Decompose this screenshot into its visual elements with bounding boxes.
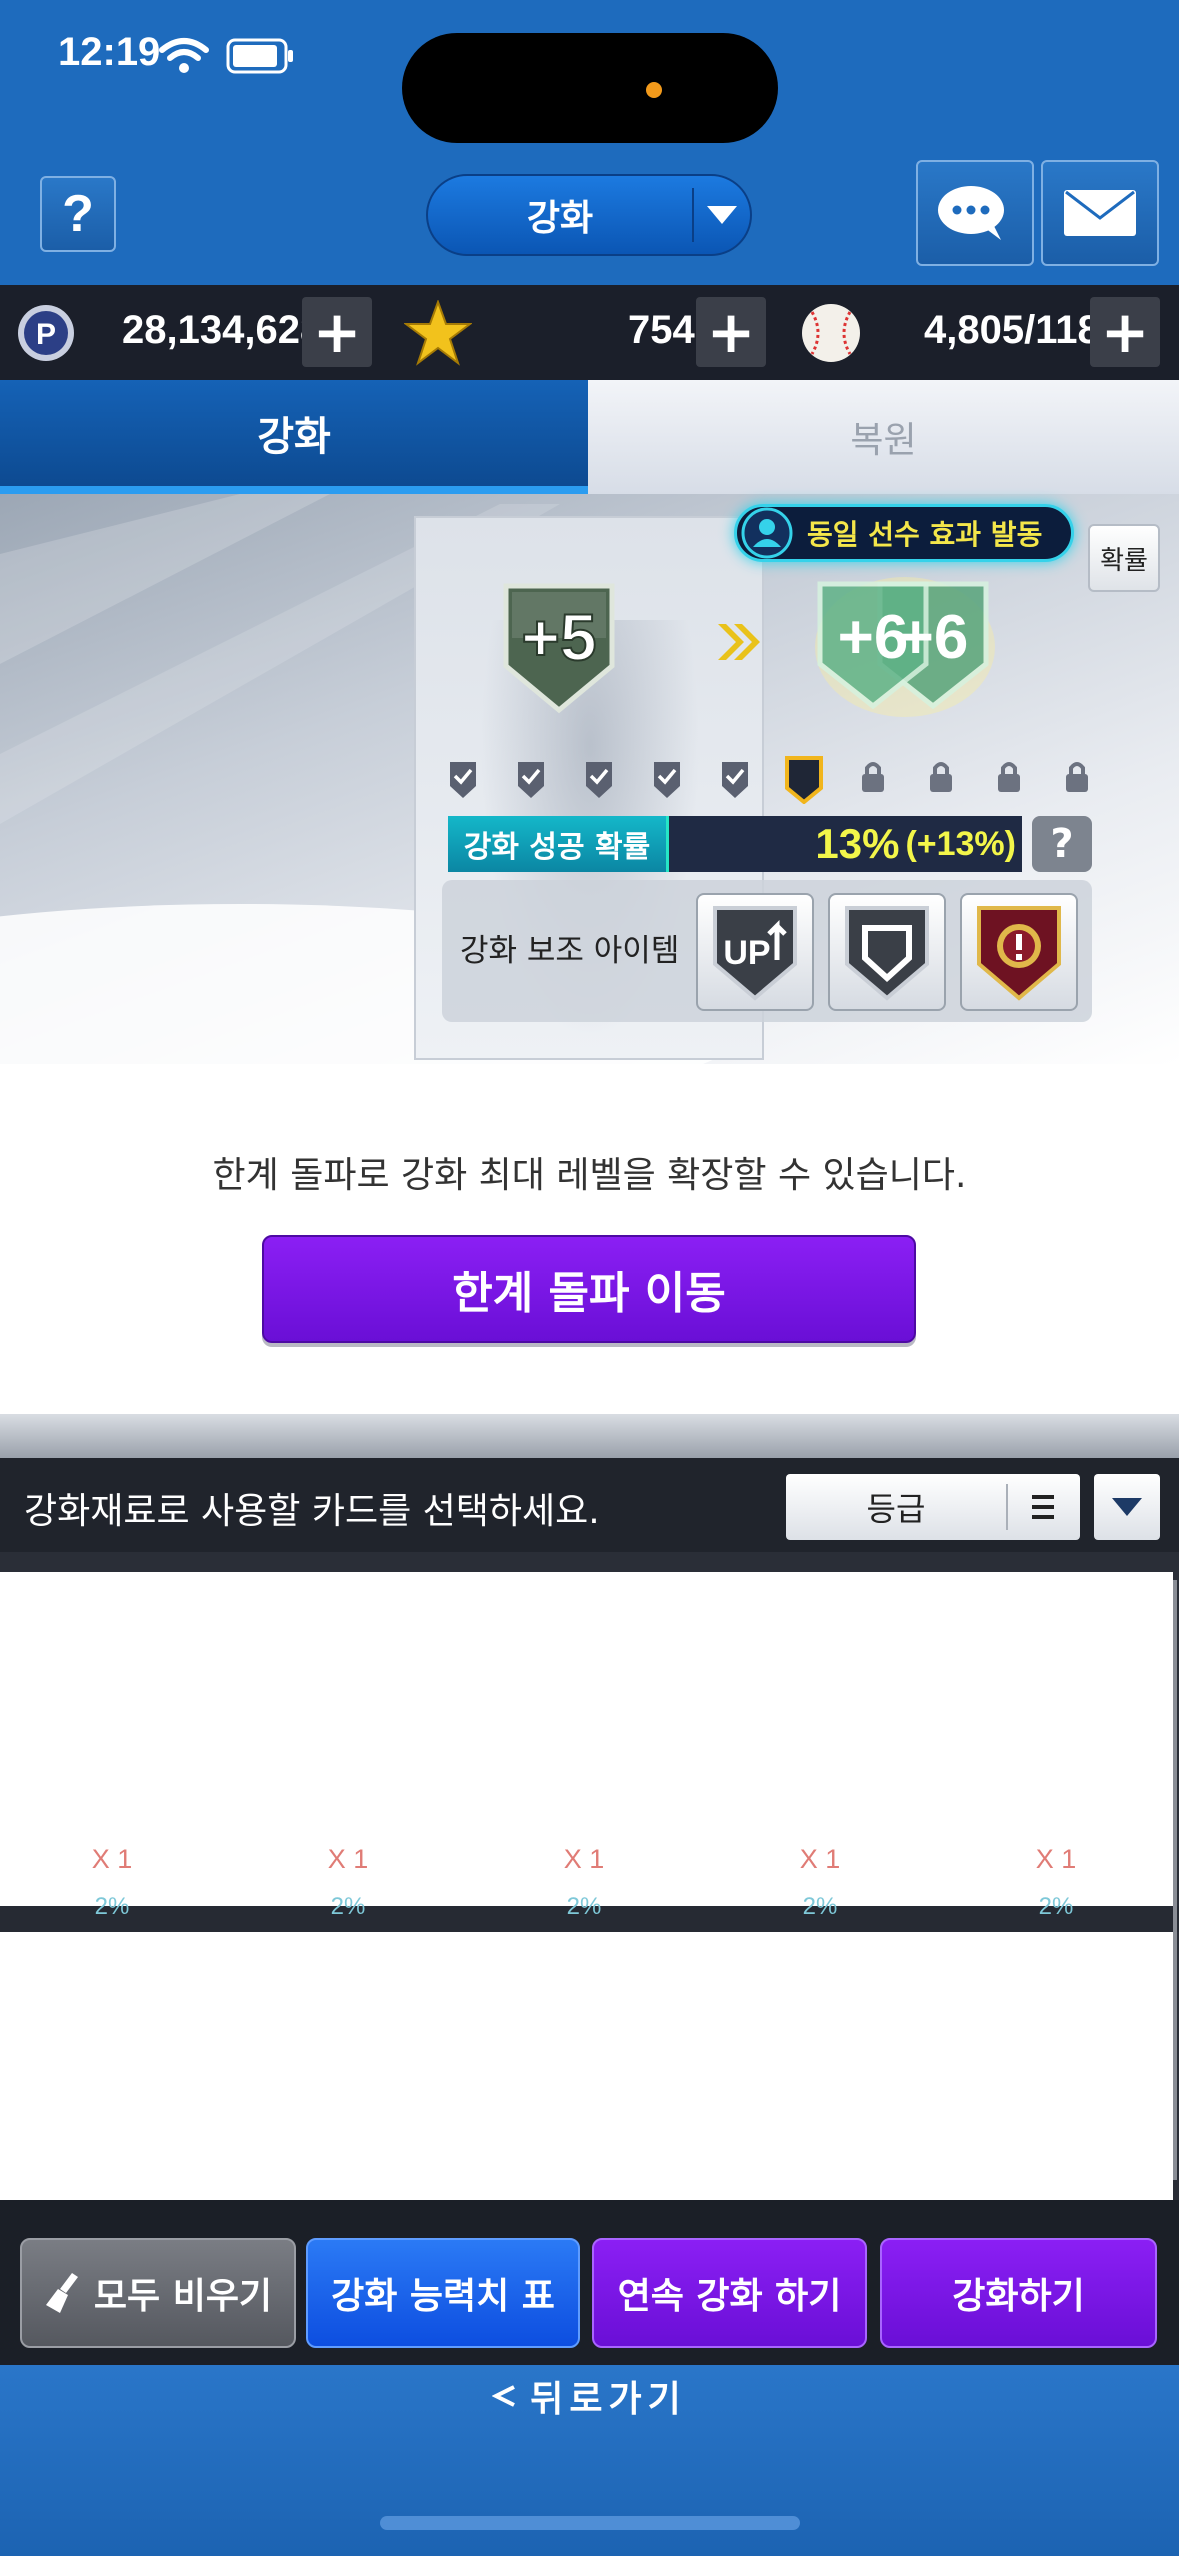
triangle-down-icon — [1112, 1498, 1142, 1516]
broom-icon — [45, 2273, 78, 2313]
home-indicator[interactable] — [380, 2516, 800, 2530]
slot-quantity: X 1 — [1035, 1844, 1077, 1874]
breakthrough-description: 한계 돌파로 강화 최대 레벨을 확장할 수 있습니다. — [212, 1155, 967, 1196]
next-level-badge-icon: +6 +6 — [815, 577, 995, 717]
slot-percent: 2% — [566, 1893, 602, 1920]
current-level-badge-icon: +5 — [503, 583, 615, 714]
clear-all-label: 모두 비우기 — [93, 2276, 273, 2317]
svg-text:UP: UP — [723, 934, 770, 972]
status-time: 12:19 — [58, 30, 161, 74]
material-slot[interactable]: X 1 2% — [996, 1844, 1116, 1921]
tab-enhance[interactable]: 강화 — [0, 380, 588, 494]
up-arrow-shield-icon: UP — [713, 906, 797, 1001]
clear-all-button[interactable]: 모두 비우기 — [20, 2238, 296, 2348]
aux-item-up-button[interactable]: UP — [696, 893, 814, 1011]
camera-indicator-dot — [646, 82, 662, 98]
battery-icon — [226, 38, 293, 74]
aux-items-label: 강화 보조 아이템 — [460, 933, 680, 969]
success-rate-bar: 13% (+13%) — [666, 816, 1022, 872]
sort-dropdown-label: 등급 — [866, 1490, 926, 1528]
help-button[interactable]: ? — [40, 176, 116, 252]
current-level-text: +5 — [521, 600, 596, 674]
add-points-button[interactable]: + — [302, 297, 372, 367]
slot-quantity: X 1 — [91, 1844, 133, 1874]
sort-order-button[interactable] — [1094, 1474, 1160, 1540]
mode-dropdown-label: 강화 — [526, 198, 594, 239]
level-progress-pips — [450, 756, 1088, 804]
add-stars-button[interactable]: + — [696, 297, 766, 367]
star-icon — [404, 300, 472, 366]
continuous-enhance-button[interactable]: 연속 강화 하기 — [592, 2238, 867, 2348]
svg-text:P: P — [36, 318, 56, 351]
sort-dropdown[interactable]: 등급 — [786, 1474, 1080, 1540]
enhance-button[interactable]: 강화하기 — [880, 2238, 1157, 2348]
chevron-down-icon — [694, 204, 750, 226]
back-arrow-icon — [492, 2385, 516, 2407]
slot-percent: 2% — [1038, 1893, 1074, 1920]
probability-button[interactable]: 확률 — [1088, 524, 1160, 592]
material-slot[interactable]: X 1 2% — [524, 1844, 644, 1921]
slot-quantity: X 1 — [327, 1844, 369, 1874]
slot-quantity: X 1 — [563, 1844, 605, 1874]
success-rate-label: 강화 성공 확률 — [448, 816, 666, 872]
balls-value: 4,805/118 — [924, 308, 1100, 352]
stars-value: 754 — [628, 308, 695, 352]
point-coin-icon: P — [18, 305, 74, 361]
slot-quantity: X 1 — [799, 1844, 841, 1874]
enhance-stats-table-button[interactable]: 강화 능력치 표 — [306, 2238, 580, 2348]
same-player-effect-badge: 동일 선수 효과 발동 — [734, 504, 1074, 562]
material-cards-row-2 — [0, 1932, 1173, 2200]
success-rate-help-button[interactable]: ? — [1032, 816, 1092, 872]
material-prompt: 강화재료로 사용할 카드를 선택하세요. — [24, 1491, 600, 1532]
baseball-icon — [802, 304, 860, 362]
success-rate-bonus: (+13%) — [905, 824, 1016, 863]
aux-item-protect-button[interactable] — [960, 893, 1078, 1011]
material-slot[interactable]: X 1 2% — [288, 1844, 408, 1921]
material-slot[interactable]: X 1 2% — [52, 1844, 172, 1921]
material-slot[interactable]: X 1 2% — [760, 1844, 880, 1921]
aux-item-shield-button[interactable] — [828, 893, 946, 1011]
slot-percent: 2% — [330, 1893, 366, 1920]
list-icon — [1032, 1495, 1054, 1519]
shield-icon — [845, 906, 929, 1001]
envelope-icon — [1064, 190, 1136, 236]
back-button[interactable]: 뒤로가기 — [0, 2370, 1179, 2422]
chat-button[interactable] — [916, 160, 1034, 266]
mail-button[interactable] — [1041, 160, 1159, 266]
dynamic-island — [402, 33, 778, 143]
person-icon — [741, 507, 793, 559]
mode-dropdown[interactable]: 강화 — [426, 174, 752, 256]
chat-bubble-icon — [938, 186, 1004, 240]
success-rate-value: 13% — [815, 820, 900, 867]
slot-percent: 2% — [94, 1893, 130, 1920]
back-label: 뒤로가기 — [530, 2379, 687, 2420]
add-balls-button[interactable]: + — [1090, 297, 1160, 367]
slot-percent: 2% — [802, 1893, 838, 1920]
wifi-icon — [159, 38, 209, 73]
points-value: 28,134,628 — [122, 308, 323, 352]
double-chevron-right-icon — [718, 624, 760, 660]
exclamation-badge-icon — [977, 906, 1061, 1001]
next-level-text-b: +6 — [898, 603, 969, 672]
tab-restore[interactable]: 복원 — [588, 380, 1179, 494]
same-player-effect-text: 동일 선수 효과 발동 — [807, 518, 1043, 551]
scrollbar[interactable] — [1173, 1580, 1177, 2180]
section-divider — [0, 1414, 1179, 1458]
breakthrough-button[interactable]: 한계 돌파 이동 — [262, 1235, 916, 1343]
